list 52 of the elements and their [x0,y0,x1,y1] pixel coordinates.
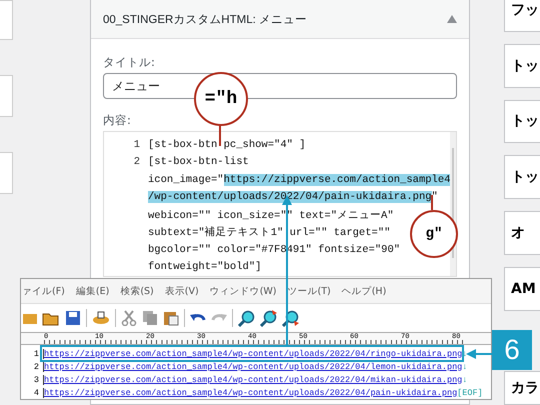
line-number: 2 [132,155,141,170]
widget-card[interactable]: フッ [504,0,540,32]
line-end-mark: ↓ [462,374,468,384]
code-line: [st-box-btn pc_show="4" ] [148,138,306,151]
search-icon[interactable] [260,310,277,326]
paste-icon[interactable] [163,310,179,326]
line-end-mark: [EOF] [457,388,483,398]
leader-line [431,195,433,210]
menu-item[interactable]: ツール(T) [288,284,331,298]
menu-item[interactable]: 検索(S) [120,284,154,298]
widget-title: 00_STINGERカスタムHTML: メニュー [103,12,307,26]
pointer-arrow [466,349,492,359]
line-number: 2 [21,362,44,372]
menu-item[interactable]: 編集(E) [76,284,110,298]
menu-item[interactable]: ウィンドウ(W) [210,284,276,298]
widget-card[interactable]: トッ [504,155,540,200]
code-line: fontweight="bold"] [148,261,262,274]
code-line: icon_image="https://zippverse.com/action_sample4 [148,174,450,186]
url-link[interactable]: https://zippverse.com/action_sample4/wp-content/uploads/2022/04/pain-ukidaira.png [44,388,458,398]
scissors-icon[interactable] [121,310,137,326]
code-line: [st-box-btn-list [148,156,249,168]
widget-card[interactable]: トッ [504,100,540,144]
menu-item[interactable]: ヘルプ(H) [342,284,386,298]
line-number: 1 [132,138,141,153]
leader-line [219,124,221,146]
panel-box [0,0,13,40]
menu-item[interactable]: 表示(V) [164,284,199,298]
line-end-mark: ↓ [462,362,468,372]
code-line: subtext="補足テキスト1" url="" target="" [148,225,390,240]
line-end-mark: ↓ [462,348,468,358]
field-label: 内容: [103,113,131,128]
widget-header[interactable]: 00_STINGERカスタムHTML: メニュー [91,0,469,39]
widget-card[interactable]: オ [504,211,540,255]
line-number: 1 [21,348,44,358]
panel-box [0,152,13,194]
save-icon[interactable] [65,310,81,326]
line-number: 3 [21,374,44,384]
widget-card[interactable]: カラ [504,370,540,405]
search-icon[interactable] [238,310,255,326]
menu-item[interactable]: ァイル(F) [22,284,65,298]
panel-box [0,75,13,117]
url-link[interactable]: https://zippverse.com/action_sample4/wp-content/uploads/2022/04/ringo-ukidaira.png [44,348,462,358]
step-number-badge: 6 [492,330,532,370]
widget-card[interactable]: トッ [504,44,540,88]
collapse-arrow-icon[interactable] [447,15,457,23]
code-line: /wp-content/uploads/2022/04/pain-ukidaira.png" [148,191,438,204]
url-link[interactable]: https://zippverse.com/action_sample4/wp-content/uploads/2022/04/lemon-ukidaira.png [44,362,462,372]
field-label: タイトル: [103,55,155,70]
widget-card[interactable]: AM [504,266,540,311]
url-link[interactable]: https://zippverse.com/action_sample4/wp-content/uploads/2022/04/mikan-ukidaira.png [44,374,462,384]
copy-icon[interactable] [142,310,158,326]
line-number: 4 [21,388,44,398]
